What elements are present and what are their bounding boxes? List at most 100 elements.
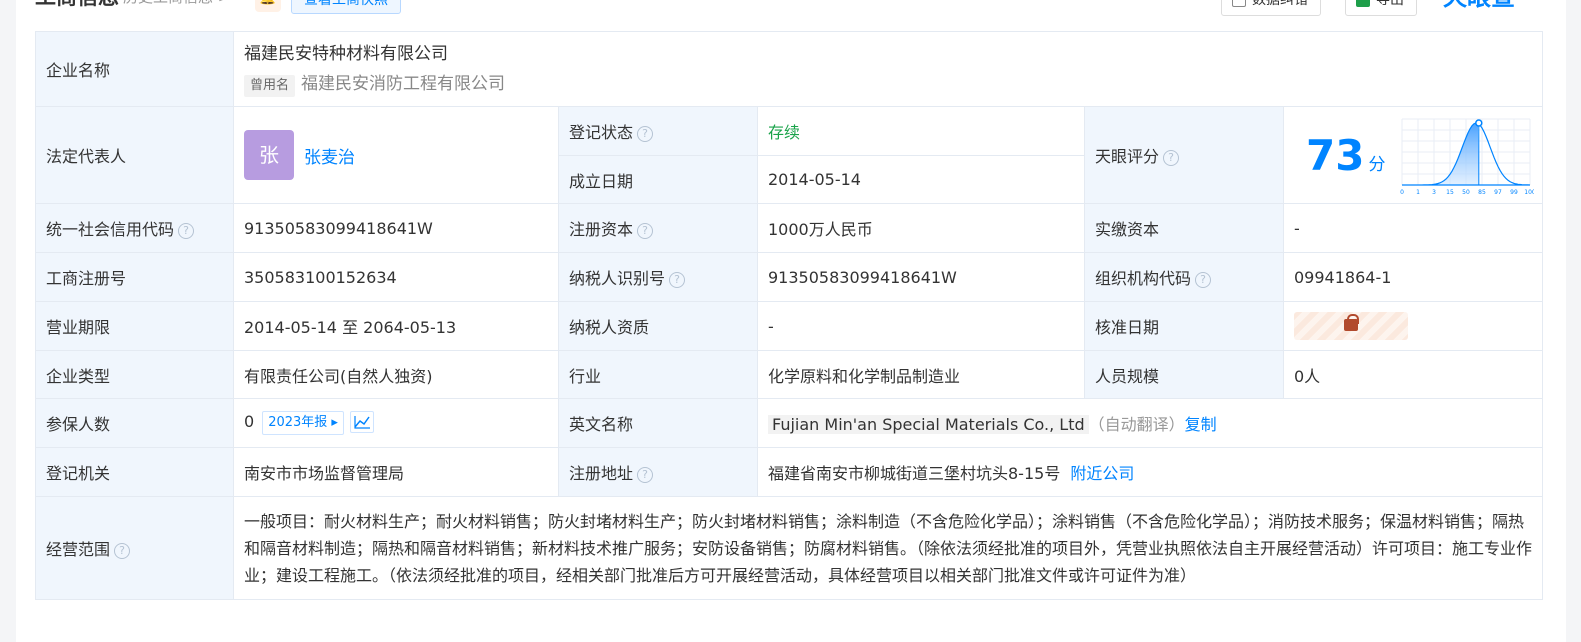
- tick-label: 3: [1432, 189, 1436, 196]
- trend-chart-icon[interactable]: [349, 411, 374, 433]
- table-row: 法定代表人 张张麦治 登记状态? 存续 天眼评分? 73 分 0 1 3 15 50 85 9…: [35, 106, 1544, 204]
- section-title: 工商信息: [35, 0, 119, 14]
- tick-label: 100: [1524, 189, 1534, 196]
- score-value: 73: [1306, 130, 1365, 180]
- company-name-cell: 福建民安特种材料有限公司 曾用名 福建民安消防工程有限公司: [232, 31, 1544, 107]
- approve-value-cell: [1282, 301, 1544, 351]
- taxq-label: 纳税人资质: [558, 301, 758, 351]
- table-row: 登记机关 南安市市场监督管理局 注册地址? 福建省南安市柳城街道三堡村坑头8-1…: [35, 447, 1544, 497]
- staff-label: 人员规模: [1084, 350, 1284, 399]
- locked-value[interactable]: [1294, 312, 1408, 340]
- correct-button[interactable]: 数据纠错: [1221, 0, 1321, 16]
- help-icon[interactable]: ?: [1163, 150, 1180, 166]
- score-marker: [1475, 119, 1483, 127]
- english-label: 英文名称: [558, 398, 758, 448]
- address-label-cell: 注册地址?: [558, 447, 758, 497]
- score-unit: 分: [1368, 154, 1386, 175]
- insured-label: 参保人数: [35, 398, 234, 448]
- staff-value: 0人: [1282, 350, 1544, 399]
- legal-rep-link[interactable]: 张麦治: [304, 148, 355, 168]
- taxid-label: 纳税人识别号: [569, 269, 666, 288]
- excel-icon: [1356, 0, 1370, 7]
- status-label-cell: 登记状态?: [558, 106, 758, 156]
- credit-label: 统一社会信用代码: [46, 220, 175, 239]
- help-icon[interactable]: ?: [637, 126, 654, 142]
- period-value: 2014-05-14 至 2064-05-13: [233, 301, 559, 351]
- lock-icon: [1344, 314, 1359, 331]
- industry-label: 行业: [558, 350, 758, 399]
- taxid-value: 91350583099418641W: [757, 252, 1085, 302]
- history-link[interactable]: 历史工商信息 >: [123, 0, 230, 14]
- table-row: 企业类型 有限责任公司(自然人独资) 行业 化学原料和化学制品制造业 人员规模 …: [35, 350, 1544, 399]
- legal-rep-cell: 张张麦治: [233, 106, 559, 204]
- help-icon[interactable]: ?: [1195, 272, 1212, 288]
- insured-cell: 0 2023年报 ▸: [233, 398, 559, 448]
- nearby-companies-link[interactable]: 附近公司: [1070, 464, 1134, 483]
- table-row: 营业期限 2014-05-14 至 2064-05-13 纳税人资质 - 核准日…: [35, 301, 1544, 351]
- avatar: 张: [244, 130, 294, 180]
- approve-label: 核准日期: [1084, 301, 1284, 351]
- score-label: 天眼评分: [1095, 147, 1160, 166]
- tick-label: 85: [1478, 189, 1486, 196]
- table-row: 参保人数 0 2023年报 ▸ 英文名称 Fujian Min'an Specia…: [35, 398, 1544, 448]
- industry-value: 化学原料和化学制品制造业: [757, 350, 1085, 399]
- scope-label-cell: 经营范围?: [35, 496, 234, 600]
- paid-value: -: [1282, 203, 1544, 253]
- company-name: 福建民安特种材料有限公司: [244, 43, 448, 64]
- help-icon[interactable]: ?: [178, 223, 195, 239]
- address-value: 福建省南安市柳城街道三堡村坑头8-15号: [768, 464, 1061, 483]
- orgcode-value: 09941864-1: [1282, 252, 1544, 302]
- english-cell: Fujian Min'an Special Materials Co., Ltd…: [756, 398, 1544, 448]
- capital-value: 1000万人民币: [757, 203, 1085, 253]
- former-name-tag: 曾用名: [244, 74, 296, 97]
- legal-rep-label: 法定代表人: [35, 106, 234, 204]
- help-icon[interactable]: ?: [637, 467, 654, 483]
- company-name-label: 企业名称: [35, 31, 234, 107]
- export-button[interactable]: 导出: [1345, 0, 1417, 16]
- capital-label: 注册资本: [569, 220, 634, 239]
- tick-label: 15: [1446, 189, 1454, 196]
- founded-value: 2014-05-14: [757, 155, 1085, 204]
- scope-value: 一般项目：耐火材料生产；耐火材料销售；防火封堵材料生产；防火封堵材料销售；涂料制…: [232, 496, 1544, 600]
- capital-label-cell: 注册资本?: [558, 203, 758, 253]
- tick-label: 50: [1462, 189, 1470, 196]
- bell-icon[interactable]: 🔔: [255, 0, 281, 12]
- help-icon[interactable]: ?: [669, 272, 686, 288]
- auto-translate-note: （自动翻译）: [1088, 415, 1185, 434]
- founded-label: 成立日期: [558, 155, 758, 204]
- score-distribution-chart: 0 1 3 15 50 85 97 99 100: [1400, 118, 1534, 196]
- regno-label: 工商注册号: [35, 252, 234, 302]
- section-header: 工商信息 历史工商信息 > 🔔 查看工商快照 数据纠错 导出 天眼查: [35, 0, 1545, 16]
- scope-label: 经营范围: [46, 540, 111, 559]
- authority-label: 登记机关: [35, 447, 234, 497]
- credit-label-cell: 统一社会信用代码?: [35, 203, 234, 253]
- address-label: 注册地址: [569, 464, 634, 483]
- credit-value: 91350583099418641W: [233, 203, 559, 253]
- status-label: 登记状态: [569, 123, 634, 142]
- table-row: 企业名称 福建民安特种材料有限公司 曾用名 福建民安消防工程有限公司: [35, 31, 1544, 107]
- authority-value: 南安市市场监督管理局: [233, 447, 559, 497]
- period-label: 营业期限: [35, 301, 234, 351]
- status-value: 存续: [757, 106, 1085, 156]
- score-label-cell: 天眼评分?: [1084, 106, 1284, 204]
- copy-link[interactable]: 复制: [1185, 415, 1217, 434]
- score-area: [1402, 123, 1479, 185]
- export-label: 导出: [1376, 0, 1404, 8]
- regno-value: 350583100152634: [233, 252, 559, 302]
- table-row: 经营范围? 一般项目：耐火材料生产；耐火材料销售；防火封堵材料生产；防火封堵材料…: [35, 496, 1544, 600]
- type-label: 企业类型: [35, 350, 234, 399]
- address-cell: 福建省南安市柳城街道三堡村坑头8-15号 附近公司: [756, 447, 1544, 497]
- taxq-value: -: [757, 301, 1085, 351]
- table-row: 工商注册号 350583100152634 纳税人识别号? 9135058309…: [35, 252, 1544, 302]
- business-info-table: 企业名称 福建民安特种材料有限公司 曾用名 福建民安消防工程有限公司 法定代表人 …: [35, 31, 1544, 600]
- help-icon[interactable]: ?: [114, 543, 131, 559]
- snapshot-button[interactable]: 查看工商快照: [291, 0, 401, 14]
- annual-report-button[interactable]: 2023年报 ▸: [262, 411, 344, 435]
- help-icon[interactable]: ?: [637, 223, 654, 239]
- taxid-label-cell: 纳税人识别号?: [558, 252, 758, 302]
- paid-label: 实缴资本: [1084, 203, 1284, 253]
- former-name: 福建民安消防工程有限公司: [301, 73, 506, 94]
- tick-label: 0: [1400, 189, 1404, 196]
- orgcode-label: 组织机构代码: [1095, 269, 1192, 288]
- score-cell[interactable]: 73 分 0 1 3 15 50 85 97 99 100: [1282, 106, 1544, 204]
